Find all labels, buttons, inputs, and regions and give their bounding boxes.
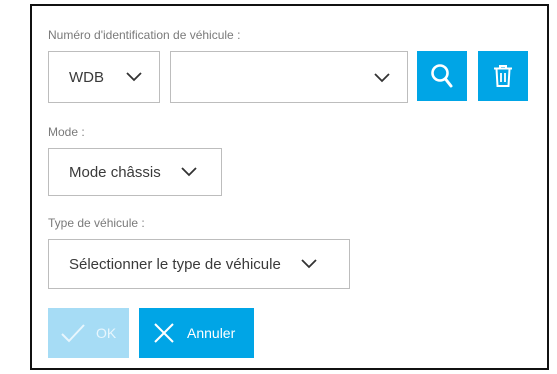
delete-button[interactable] — [478, 51, 528, 101]
cancel-label: Annuler — [187, 325, 236, 341]
cancel-button[interactable]: Annuler — [139, 308, 254, 358]
vin-number-select[interactable] — [170, 51, 408, 103]
vin-prefix-value: WDB — [69, 68, 104, 86]
trash-icon — [494, 65, 512, 87]
mode-label: Mode : — [48, 125, 85, 139]
ok-button[interactable]: OK — [48, 308, 129, 358]
chevron-down-icon — [126, 72, 142, 82]
chevron-down-icon — [301, 259, 317, 269]
search-icon — [431, 64, 453, 88]
mode-value: Mode châssis — [69, 163, 161, 181]
vin-prefix-select[interactable]: WDB — [48, 51, 160, 103]
vehicle-type-label: Type de véhicule : — [48, 216, 145, 230]
ok-label: OK — [96, 325, 117, 341]
chevron-down-icon — [374, 73, 390, 83]
vin-label: Numéro d'identification de véhicule : — [48, 28, 241, 42]
check-icon — [61, 324, 85, 343]
vehicle-identification-dialog: Numéro d'identification de véhicule : WD… — [30, 4, 549, 370]
search-button[interactable] — [417, 51, 467, 101]
mode-select[interactable]: Mode châssis — [48, 148, 222, 196]
chevron-down-icon — [181, 167, 197, 177]
vehicle-type-value: Sélectionner le type de véhicule — [69, 255, 281, 273]
vehicle-type-select[interactable]: Sélectionner le type de véhicule — [48, 239, 350, 289]
close-icon — [154, 323, 174, 343]
